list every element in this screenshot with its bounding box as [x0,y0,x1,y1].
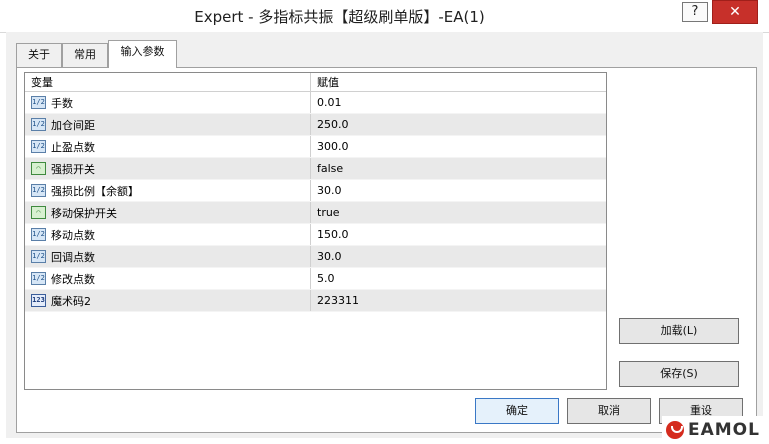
parameter-value[interactable]: 30.0 [311,246,606,267]
help-button[interactable]: ? [682,2,708,22]
parameter-name-cell: 1/2 手数 [25,92,311,113]
parameter-value[interactable]: false [311,158,606,179]
double-icon: 1/2 [31,118,46,131]
title-bar[interactable]: Expert - 多指标共振【超级刷单版】-EA(1) ? ✕ [0,0,769,33]
ok-button[interactable]: 确定 [475,398,559,424]
tab-common[interactable]: 常用 [62,43,108,67]
parameter-value[interactable]: 0.01 [311,92,606,113]
column-header-value[interactable]: 赋值 [311,73,606,91]
eamol-logo-icon [666,421,684,439]
table-row[interactable]: 1/2 移动点数 150.0 [25,224,606,246]
window-title: Expert - 多指标共振【超级刷单版】-EA(1) [194,8,485,26]
parameter-name: 加仓间距 [51,118,95,132]
double-icon: 1/2 [31,228,46,241]
parameter-name-cell: 1/2 移动点数 [25,224,311,245]
parameter-name: 止盈点数 [51,140,95,154]
tab-about[interactable]: 关于 [16,43,62,67]
parameter-value[interactable]: 150.0 [311,224,606,245]
parameter-value[interactable]: true [311,202,606,223]
table-row[interactable]: 1/2 止盈点数 300.0 [25,136,606,158]
table-row[interactable]: 1/2 回调点数 30.0 [25,246,606,268]
parameter-name: 强损开关 [51,162,95,176]
parameter-name: 移动点数 [51,228,95,242]
dialog-body: 关于 常用 输入参数 变量 赋值 1/2 手数 0.01 1/2 加仓间距 250.0 1/… [6,32,763,438]
watermark-text: EAMOL [688,420,760,440]
parameter-name-cell: ⌒ 强损开关 [25,158,311,179]
double-icon: 1/2 [31,140,46,153]
parameter-name-cell: 1/2 回调点数 [25,246,311,267]
table-row[interactable]: ⌒ 移动保护开关 true [25,202,606,224]
parameter-value[interactable]: 5.0 [311,268,606,289]
parameter-name: 移动保护开关 [51,206,117,220]
parameter-value[interactable]: 223311 [311,290,606,311]
close-button[interactable]: ✕ [712,0,758,24]
table-row[interactable]: 1/2 强损比例【余额】 30.0 [25,180,606,202]
parameter-name-cell: ⌒ 移动保护开关 [25,202,311,223]
eamol-watermark: EAMOL [662,416,769,444]
double-icon: 1/2 [31,272,46,285]
parameter-value[interactable]: 300.0 [311,136,606,157]
parameter-name: 强损比例【余额】 [51,184,139,198]
load-button[interactable]: 加载(L) [619,318,739,344]
table-row[interactable]: 123 魔术码2 223311 [25,290,606,312]
table-row[interactable]: ⌒ 强损开关 false [25,158,606,180]
double-icon: 1/2 [31,184,46,197]
column-header-variable[interactable]: 变量 [25,73,311,91]
parameter-name-cell: 123 魔术码2 [25,290,311,311]
grid-header: 变量 赋值 [25,73,606,92]
parameter-name: 回调点数 [51,250,95,264]
table-row[interactable]: 1/2 加仓间距 250.0 [25,114,606,136]
expert-dialog: Expert - 多指标共振【超级刷单版】-EA(1) ? ✕ 关于 常用 输入… [0,0,769,444]
bool-icon: ⌒ [31,162,46,175]
bool-icon: ⌒ [31,206,46,219]
parameter-name-cell: 1/2 修改点数 [25,268,311,289]
double-icon: 1/2 [31,250,46,263]
table-row[interactable]: 1/2 手数 0.01 [25,92,606,114]
parameters-grid[interactable]: 变量 赋值 1/2 手数 0.01 1/2 加仓间距 250.0 1/2 止盈点数 300.0 ⌒… [24,72,607,390]
double-icon: 1/2 [31,96,46,109]
parameter-name-cell: 1/2 强损比例【余额】 [25,180,311,201]
parameter-name: 修改点数 [51,272,95,286]
cancel-button[interactable]: 取消 [567,398,651,424]
int-icon: 123 [31,294,46,307]
parameter-value[interactable]: 30.0 [311,180,606,201]
parameter-name: 手数 [51,96,73,110]
parameter-name-cell: 1/2 加仓间距 [25,114,311,135]
tab-inputs[interactable]: 输入参数 [108,40,177,68]
parameter-value[interactable]: 250.0 [311,114,606,135]
parameter-name-cell: 1/2 止盈点数 [25,136,311,157]
save-button[interactable]: 保存(S) [619,361,739,387]
grid-rows: 1/2 手数 0.01 1/2 加仓间距 250.0 1/2 止盈点数 300.0 ⌒ 强损开关 fa… [25,92,606,312]
table-row[interactable]: 1/2 修改点数 5.0 [25,268,606,290]
parameter-name: 魔术码2 [51,294,91,308]
